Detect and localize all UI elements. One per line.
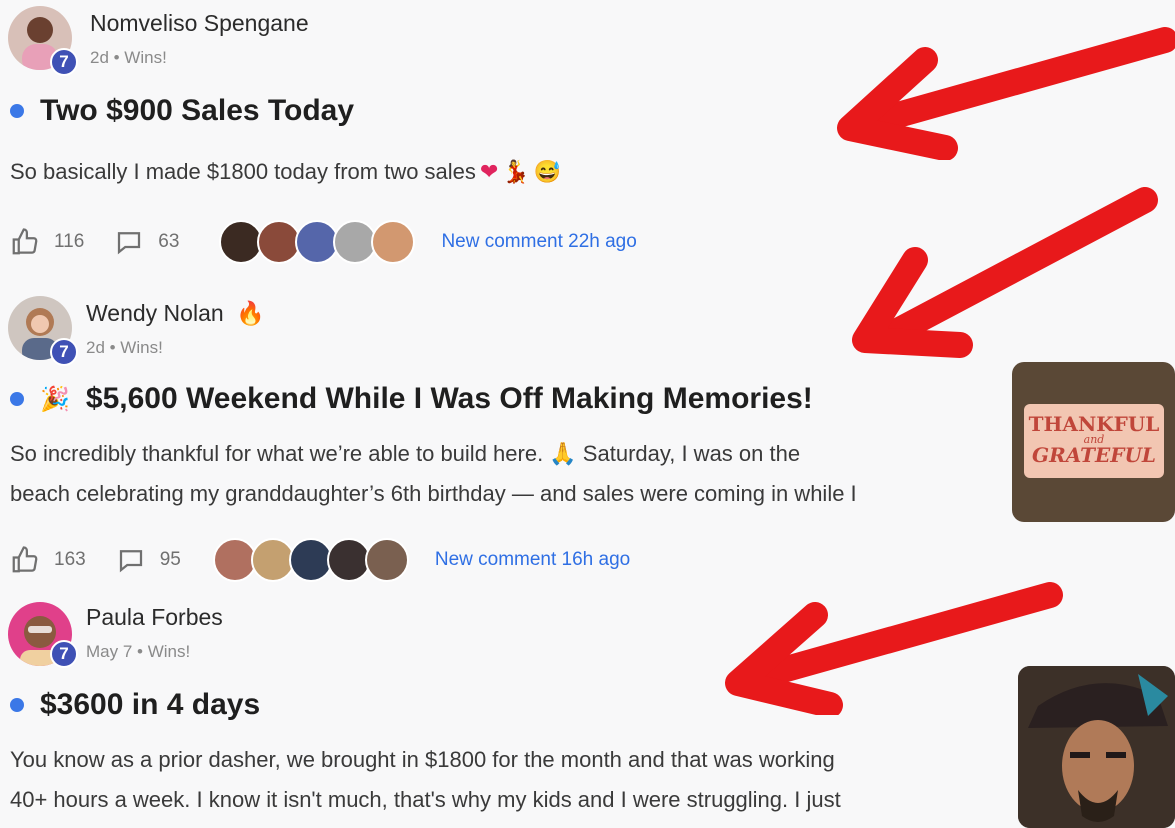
comment-button[interactable]: 95 [116,545,181,575]
commenter-avatar [371,220,416,264]
commenter-avatars[interactable] [219,220,416,264]
author-name[interactable]: Nomveliso Spengane [90,10,309,37]
comment-count: 63 [158,231,180,252]
red-arrow-icon [852,187,1158,358]
post-body-line: You know as a prior dasher, we brought i… [10,747,835,772]
post-actions: 116 63 New comment 22h ago [10,220,637,264]
new-comment-link[interactable]: New comment 22h ago [441,231,636,253]
author-name[interactable]: Paula Forbes [86,604,223,631]
post-body-line: 40+ hours a week. I know it isn't much, … [10,787,841,812]
author-name-text: Wendy Nolan [86,300,224,326]
post-meta: 2d • Wins! [86,338,163,357]
heart-emoji: ❤ [479,159,499,184]
like-count: 163 [54,549,86,570]
red-arrow-icon [725,582,1063,715]
party-popper-icon: 🎉 [40,385,70,413]
fire-icon: 🔥 [236,300,265,326]
post-body: So basically I made $1800 today from two… [10,152,561,192]
post-actions: 163 95 New comment 16h ago [10,538,630,582]
unread-dot [10,392,24,406]
post-body: You know as a prior dasher, we brought i… [10,740,841,820]
post-body-line: beach celebrating my granddaughter’s 6th… [10,481,857,506]
unread-dot [10,104,24,118]
post-title[interactable]: 🎉 $5,600 Weekend While I Was Off Making … [10,382,813,416]
comment-count: 95 [159,549,181,570]
like-button[interactable]: 116 [10,227,84,257]
level-badge: 7 [50,640,78,668]
unread-dot [10,698,24,712]
post-meta: 2d • Wins! [90,48,167,67]
post-title[interactable]: Two $900 Sales Today [10,94,354,128]
level-badge: 7 [50,48,78,76]
thankful-grateful-graphic: THANKFUL and GRATEFUL [1024,404,1164,478]
comment-icon [118,232,141,255]
author-name[interactable]: Wendy Nolan 🔥 [86,300,265,327]
thumbs-up-icon [12,546,38,573]
post-body-line: So incredibly thankful for what we’re ab… [10,441,801,466]
like-count: 116 [54,231,85,252]
comment-icon [119,550,142,573]
post-meta: May 7 • Wins! [86,642,191,661]
thumbnail-line: GRATEFUL [1032,443,1156,467]
post-title-text: $5,600 Weekend While I Was Off Making Me… [85,382,813,415]
new-comment-link[interactable]: New comment 16h ago [435,549,630,571]
red-arrow-icon [837,27,1175,160]
like-button[interactable]: 163 [10,545,86,575]
post-title[interactable]: $3600 in 4 days [10,688,260,722]
thumbnail-line: THANKFUL [1028,412,1160,436]
post-body: So incredibly thankful for what we’re ab… [10,434,857,514]
thumbs-up-icon [12,228,38,255]
comment-button[interactable]: 63 [114,227,179,257]
sweat-smile-emoji: 😅 [533,159,562,184]
commenter-avatars[interactable] [212,538,409,582]
dancer-emoji: 💃 [502,159,530,184]
post-body-line: So basically I made $1800 today from two… [10,159,476,184]
commenter-avatar [364,538,409,582]
post-thumbnail[interactable]: THANKFUL and GRATEFUL [1012,362,1175,522]
post-title-text: Two $900 Sales Today [40,94,355,127]
post-title-text: $3600 in 4 days [40,688,261,721]
level-badge: 7 [50,338,78,366]
